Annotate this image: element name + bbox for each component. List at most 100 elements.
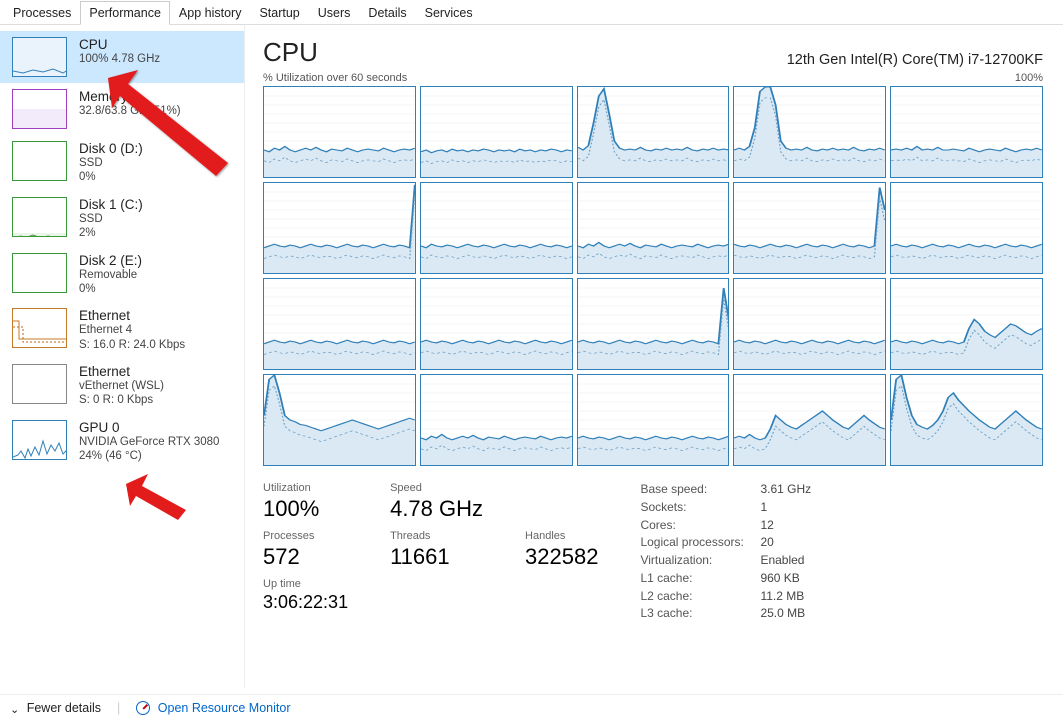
core-chart	[420, 278, 573, 370]
cpu-model: 12th Gen Intel(R) Core(TM) i7-12700KF	[787, 52, 1043, 68]
sidebar-item-title: Memory	[79, 89, 181, 104]
cpu-kv: Base speed:3.61 GHzSockets:1Cores:12Logi…	[640, 482, 811, 621]
stat-label: Processes	[263, 530, 348, 542]
sidebar-item-ethernet[interactable]: EthernetvEthernet (WSL)S: 0 R: 0 Kbps	[0, 358, 244, 414]
sidebar-item-title: CPU	[79, 37, 160, 52]
sidebar-thumb-icon	[12, 89, 67, 129]
sidebar-item-memory[interactable]: Memory32.8/63.8 GB (51%)	[0, 83, 244, 135]
stat-label: Handles	[525, 530, 598, 542]
kv-key: L3 cache:	[640, 606, 760, 621]
tab-processes[interactable]: Processes	[4, 1, 80, 25]
sidebar-item-sub: Ethernet 4S: 16.0 R: 24.0 Kbps	[79, 323, 185, 352]
sidebar-item-sub: vEthernet (WSL)S: 0 R: 0 Kbps	[79, 379, 164, 408]
stat-label: Speed	[390, 482, 483, 494]
kv-value: 11.2 MB	[760, 589, 811, 604]
tab-bar: ProcessesPerformanceApp historyStartupUs…	[0, 0, 1063, 25]
sidebar-thumb-icon	[12, 364, 67, 404]
core-chart	[263, 374, 416, 466]
core-chart	[420, 182, 573, 274]
stat-value: 322582	[525, 544, 598, 570]
sidebar-item-sub: 32.8/63.8 GB (51%)	[79, 104, 181, 118]
stat-label: Up time	[263, 578, 348, 590]
kv-key: Cores:	[640, 518, 760, 533]
cpu-detail-pane: CPU 12th Gen Intel(R) Core(TM) i7-12700K…	[245, 25, 1063, 688]
core-chart	[263, 278, 416, 370]
tab-app-history[interactable]: App history	[170, 1, 251, 25]
sidebar-item-sub: SSD0%	[79, 156, 143, 185]
fewer-details-button[interactable]: ⌃ Fewer details	[10, 701, 101, 715]
stat-value: 11661	[390, 544, 483, 570]
kv-value: Enabled	[760, 553, 811, 568]
footer-bar: ⌃ Fewer details | Open Resource Monitor	[0, 694, 1063, 721]
sidebar-item-title: Disk 1 (C:)	[79, 197, 143, 212]
core-chart	[420, 374, 573, 466]
kv-key: Logical processors:	[640, 535, 760, 550]
core-chart	[420, 86, 573, 178]
sidebar-item-cpu[interactable]: CPU100% 4.78 GHz	[0, 31, 244, 83]
sidebar-item-sub: NVIDIA GeForce RTX 308024% (46 °C)	[79, 435, 219, 464]
stat-label	[525, 482, 598, 494]
perf-sidebar: CPU100% 4.78 GHzMemory32.8/63.8 GB (51%)…	[0, 25, 245, 688]
sidebar-item-title: Ethernet	[79, 308, 185, 323]
sidebar-item-sub: 100% 4.78 GHz	[79, 52, 160, 66]
open-resource-monitor-link[interactable]: Open Resource Monitor	[136, 701, 290, 715]
core-chart	[577, 86, 730, 178]
sidebar-item-disk-1-c-[interactable]: Disk 1 (C:)SSD2%	[0, 191, 244, 247]
core-chart	[263, 86, 416, 178]
kv-value: 3.61 GHz	[760, 482, 811, 497]
sidebar-thumb-icon	[12, 308, 67, 348]
kv-value: 25.0 MB	[760, 606, 811, 621]
tab-users[interactable]: Users	[309, 1, 360, 25]
sidebar-item-ethernet[interactable]: EthernetEthernet 4S: 16.0 R: 24.0 Kbps	[0, 302, 244, 358]
sidebar-thumb-icon	[12, 197, 67, 237]
stat-value: 100%	[263, 496, 348, 522]
chart-axis-right: 100%	[1015, 72, 1043, 84]
sidebar-item-sub: SSD2%	[79, 212, 143, 241]
stat-value: 4.78 GHz	[390, 496, 483, 522]
sidebar-item-disk-2-e-[interactable]: Disk 2 (E:)Removable0%	[0, 247, 244, 303]
core-chart	[263, 182, 416, 274]
stat-label: Threads	[390, 530, 483, 542]
core-chart	[577, 374, 730, 466]
core-chart	[733, 374, 886, 466]
sidebar-item-title: Disk 0 (D:)	[79, 141, 143, 156]
stat-value: 572	[263, 544, 348, 570]
kv-key: L2 cache:	[640, 589, 760, 604]
core-chart	[890, 278, 1043, 370]
sidebar-item-gpu-0[interactable]: GPU 0NVIDIA GeForce RTX 308024% (46 °C)	[0, 414, 244, 470]
sidebar-thumb-icon	[12, 37, 67, 77]
page-title: CPU	[263, 37, 318, 68]
tab-performance[interactable]: Performance	[80, 1, 170, 25]
kv-key: L1 cache:	[640, 571, 760, 586]
sidebar-thumb-icon	[12, 141, 67, 181]
kv-key: Virtualization:	[640, 553, 760, 568]
stat-value	[525, 496, 598, 522]
tab-startup[interactable]: Startup	[250, 1, 308, 25]
kv-value: 12	[760, 518, 811, 533]
core-chart	[890, 86, 1043, 178]
tab-services[interactable]: Services	[416, 1, 482, 25]
stat-label: Utilization	[263, 482, 348, 494]
tab-details[interactable]: Details	[359, 1, 415, 25]
sidebar-item-disk-0-d-[interactable]: Disk 0 (D:)SSD0%	[0, 135, 244, 191]
stat-value: 3:06:22:31	[263, 592, 348, 613]
cpu-stats: Utilization 100% Processes 572 Up time 3…	[263, 482, 1043, 621]
cpu-core-grid	[263, 86, 1043, 466]
kv-value: 20	[760, 535, 811, 550]
resource-monitor-icon	[136, 701, 150, 715]
sidebar-item-title: Disk 2 (E:)	[79, 253, 142, 268]
core-chart	[890, 374, 1043, 466]
sidebar-thumb-icon	[12, 420, 67, 460]
sidebar-item-title: Ethernet	[79, 364, 164, 379]
kv-key: Sockets:	[640, 500, 760, 515]
core-chart	[733, 86, 886, 178]
kv-key: Base speed:	[640, 482, 760, 497]
core-chart	[577, 278, 730, 370]
core-chart	[890, 182, 1043, 274]
core-chart	[733, 278, 886, 370]
sidebar-item-sub: Removable0%	[79, 268, 142, 297]
sidebar-thumb-icon	[12, 253, 67, 293]
core-chart	[733, 182, 886, 274]
kv-value: 1	[760, 500, 811, 515]
kv-value: 960 KB	[760, 571, 811, 586]
